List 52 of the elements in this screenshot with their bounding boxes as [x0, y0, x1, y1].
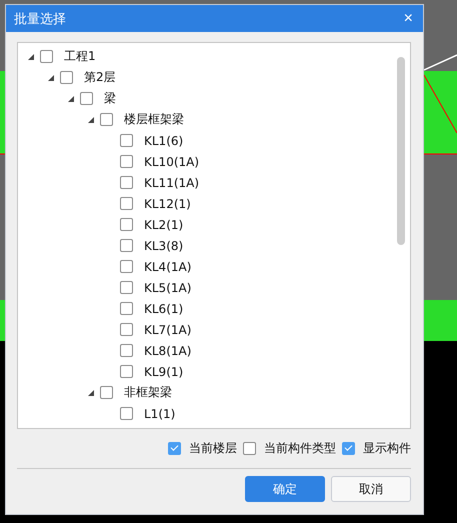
- scrollbar-thumb[interactable]: [397, 57, 405, 245]
- checkbox[interactable]: [100, 386, 113, 399]
- expand-arrow-icon[interactable]: [68, 96, 74, 102]
- checkbox[interactable]: [120, 239, 133, 252]
- checkbox[interactable]: [120, 134, 133, 147]
- option-label[interactable]: 当前楼层: [189, 440, 237, 456]
- tree-item-label[interactable]: KL5(1A): [144, 280, 192, 294]
- checkbox[interactable]: [120, 260, 133, 273]
- tree-item-label[interactable]: KL12(1): [144, 196, 191, 210]
- checkbox[interactable]: [100, 113, 113, 126]
- checkbox[interactable]: [120, 407, 133, 420]
- checkbox[interactable]: [120, 281, 133, 294]
- confirm-button[interactable]: 确定: [245, 476, 325, 502]
- checkbox[interactable]: [120, 218, 133, 231]
- checkbox[interactable]: [342, 442, 355, 454]
- tree-item-label[interactable]: 非框架梁: [124, 384, 172, 401]
- checkbox[interactable]: [120, 302, 133, 315]
- checkbox[interactable]: [120, 344, 133, 357]
- tree-item-label[interactable]: KL4(1A): [144, 260, 192, 274]
- tree-item-label[interactable]: KL9(1): [144, 364, 184, 378]
- tree-item-label[interactable]: 工程1: [64, 48, 96, 65]
- tree-item-label[interactable]: 第2层: [84, 69, 116, 86]
- cancel-button[interactable]: 取消: [331, 476, 411, 502]
- checkbox[interactable]: [120, 197, 133, 210]
- tree-item-label[interactable]: KL6(1): [144, 302, 184, 316]
- tree-item-label[interactable]: KL2(1): [144, 218, 184, 232]
- checkbox[interactable]: [168, 442, 181, 454]
- tree-item-label[interactable]: KL8(1A): [144, 344, 192, 358]
- tree-item-label[interactable]: KL10(1A): [144, 154, 200, 168]
- tree-item-label[interactable]: 梁: [104, 90, 116, 107]
- checkbox[interactable]: [120, 176, 133, 189]
- close-button[interactable]: ×: [402, 10, 415, 26]
- checkbox[interactable]: [40, 50, 53, 63]
- option-label[interactable]: 当前构件类型: [264, 440, 336, 456]
- dialog-title: 批量选择: [14, 10, 66, 28]
- tree-item-label[interactable]: KL3(8): [144, 238, 184, 252]
- option-label[interactable]: 显示构件: [363, 440, 411, 456]
- expand-arrow-icon[interactable]: [28, 54, 34, 60]
- tree-item-label[interactable]: 楼层框架梁: [124, 111, 184, 128]
- checkbox[interactable]: [243, 442, 256, 454]
- checkbox[interactable]: [80, 92, 93, 105]
- checkbox[interactable]: [120, 323, 133, 336]
- checkbox[interactable]: [120, 155, 133, 168]
- tree-item-label[interactable]: KL1(6): [144, 134, 184, 148]
- checkbox[interactable]: [120, 365, 133, 378]
- expand-arrow-icon[interactable]: [88, 390, 94, 396]
- expand-arrow-icon[interactable]: [48, 74, 54, 80]
- tree-item-label[interactable]: L1(1): [144, 406, 176, 420]
- checkbox[interactable]: [60, 71, 73, 84]
- expand-arrow-icon[interactable]: [88, 116, 94, 122]
- tree-item-label[interactable]: KL7(1A): [144, 322, 192, 336]
- tree-item-label[interactable]: KL11(1A): [144, 176, 200, 190]
